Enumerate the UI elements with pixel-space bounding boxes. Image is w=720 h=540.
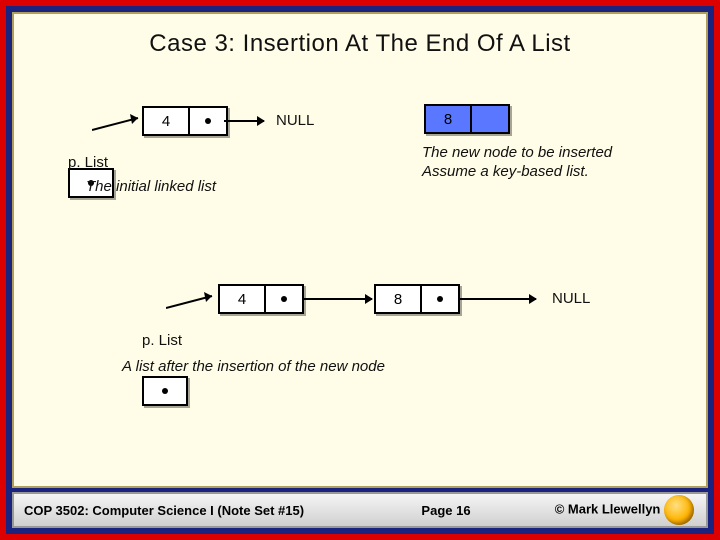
pointer-dot-icon [162,388,168,394]
slide-outer-border: Case 3: Insertion At The End Of A List p… [0,0,720,540]
footer-page: Page 16 [376,503,516,518]
node-after-1: 4 [218,284,304,314]
plist-label-2: p. List [142,332,182,349]
arrow-node-to-null-1 [224,120,264,122]
node-pointer-cell [470,106,508,132]
new-node-caption-line2: Assume a key-based list. [422,163,612,182]
node-pointer-cell [264,286,302,312]
arrow-node2-to-null [458,298,536,300]
slide-footer: COP 3502: Computer Science I (Note Set #… [12,492,708,528]
node-value: 8 [426,106,470,132]
null-label-1: NULL [276,112,314,129]
pointer-dot-icon [437,296,443,302]
ucf-logo-icon [664,495,694,525]
after-insertion-caption: A list after the insertion of the new no… [122,358,385,375]
new-node: 8 [424,104,510,134]
arrow-plist-to-node-2 [166,292,226,314]
node-before-1: 4 [142,106,228,136]
new-node-caption: The new node to be inserted Assume a key… [422,144,612,182]
pointer-dot-icon [281,296,287,302]
plist-label-1: p. List [68,154,108,171]
pointer-dot-icon [205,118,211,124]
node-pointer-cell [420,286,458,312]
node-value: 4 [144,108,188,134]
plist-box-2 [142,376,188,406]
node-value: 4 [220,286,264,312]
footer-course: COP 3502: Computer Science I (Note Set #… [14,503,376,518]
arrow-node1-to-node2 [302,298,372,300]
new-node-caption-line1: The new node to be inserted [422,144,612,163]
null-label-2: NULL [552,290,590,307]
slide-title: Case 3: Insertion At The End Of A List [14,14,706,66]
slide-content: Case 3: Insertion At The End Of A List p… [12,12,708,488]
footer-author: © Mark Llewellyn [516,495,706,525]
node-after-2: 8 [374,284,460,314]
initial-list-caption: The initial linked list [86,178,216,195]
node-pointer-cell [188,108,226,134]
slide-inner-border: Case 3: Insertion At The End Of A List p… [6,6,714,534]
node-value: 8 [376,286,420,312]
